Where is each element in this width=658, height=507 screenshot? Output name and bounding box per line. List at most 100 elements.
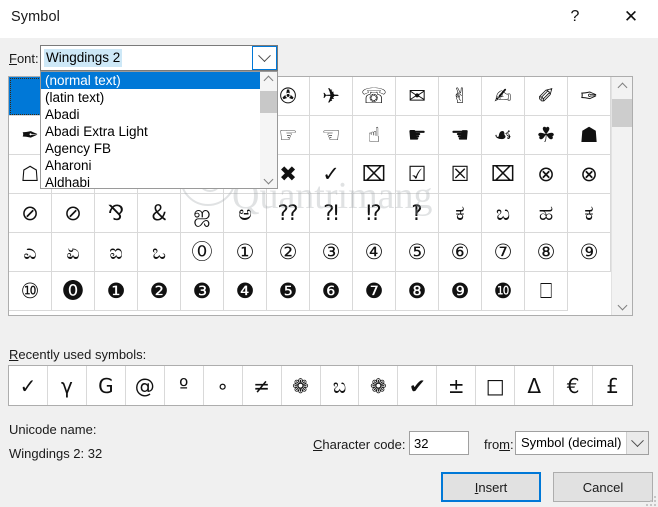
scroll-down-icon[interactable]	[612, 295, 632, 315]
symbol-cell[interactable]: ಕ	[568, 194, 611, 233]
symbol-cell[interactable]: ✉	[396, 77, 439, 116]
symbol-cell[interactable]: ಕ	[439, 194, 482, 233]
symbol-cell[interactable]: ☘	[525, 116, 568, 155]
symbol-cell[interactable]: ⓪	[181, 233, 224, 272]
symbol-cell[interactable]: ⁉	[353, 194, 396, 233]
symbol-cell[interactable]: ✍	[482, 77, 525, 116]
font-list-item[interactable]: Aharoni	[41, 157, 277, 174]
symbol-cell[interactable]: ಬ	[482, 194, 525, 233]
insert-button[interactable]: Insert	[441, 472, 541, 502]
symbol-cell[interactable]: ⅋	[95, 194, 138, 233]
symbol-cell[interactable]: ⌧	[482, 155, 525, 194]
scroll-up-icon[interactable]	[612, 77, 632, 97]
symbol-cell[interactable]: ⑦	[482, 233, 525, 272]
font-list-item[interactable]: (normal text)	[41, 72, 277, 89]
font-list-item[interactable]: Aldhabi	[41, 174, 277, 188]
recent-symbol-cell[interactable]: €	[554, 366, 594, 405]
symbol-cell[interactable]: ✐	[525, 77, 568, 116]
symbol-cell[interactable]: ಒ	[138, 233, 181, 272]
recent-symbol-cell[interactable]: ❁	[282, 366, 321, 405]
symbol-cell[interactable]: ☗	[568, 116, 611, 155]
symbol-cell[interactable]: ⑨	[568, 233, 611, 272]
recently-used-panel[interactable]: ✓ γ G @ º ∘ ≠ ❁ ಬ ❁ ✔ ± □ Δ € £	[8, 365, 633, 406]
font-combobox[interactable]: Wingdings 2	[40, 45, 278, 71]
symbol-cell[interactable]: ಏ	[52, 233, 95, 272]
symbol-cell[interactable]: ಹ	[525, 194, 568, 233]
recent-symbol-cell[interactable]: ✓	[9, 366, 48, 405]
symbol-cell[interactable]: ❻	[310, 272, 353, 311]
recent-symbol-cell[interactable]: ±	[437, 366, 477, 405]
symbol-cell[interactable]: ☜	[310, 116, 353, 155]
recent-symbol-cell[interactable]: Δ	[515, 366, 555, 405]
symbol-cell[interactable]: ③	[310, 233, 353, 272]
chevron-down-icon[interactable]	[252, 46, 277, 70]
help-icon[interactable]: ?	[552, 0, 598, 34]
from-combobox[interactable]: Symbol (decimal)	[515, 431, 649, 455]
symbol-cell[interactable]: ❼	[353, 272, 396, 311]
symbol-cell[interactable]: ❸	[181, 272, 224, 311]
chevron-down-icon-from[interactable]	[626, 432, 648, 454]
symbol-cell[interactable]: ＆	[138, 194, 181, 233]
recent-symbol-cell[interactable]: ❁	[359, 366, 399, 405]
symbol-cell[interactable]: ②	[267, 233, 310, 272]
font-list-item[interactable]: Abadi Extra Light	[41, 123, 277, 140]
recent-symbol-cell[interactable]: G	[87, 366, 126, 405]
symbol-cell[interactable]: ☏	[353, 77, 396, 116]
symbol-cell[interactable]: ☑	[396, 155, 439, 194]
symbol-cell[interactable]: ❽	[396, 272, 439, 311]
dropdown-scroll-up-icon[interactable]	[260, 72, 277, 89]
symbol-cell[interactable]: ④	[353, 233, 396, 272]
symbol-cell[interactable]: ⊘	[9, 194, 52, 233]
scrollbar-thumb[interactable]	[612, 99, 632, 127]
symbol-cell[interactable]: ☚	[439, 116, 482, 155]
symbol-cell[interactable]: ☒	[439, 155, 482, 194]
symbol-cell[interactable]: ஜ	[181, 194, 224, 233]
symbol-cell[interactable]: ❶	[95, 272, 138, 311]
symbol-cell[interactable]: ❷	[138, 272, 181, 311]
symbol-cell[interactable]: ⎕	[525, 272, 568, 311]
symbol-cell[interactable]: ✓	[310, 155, 353, 194]
symbol-grid-scrollbar[interactable]	[611, 77, 632, 315]
symbol-cell[interactable]: ⑧	[525, 233, 568, 272]
recent-symbol-cell[interactable]: ✔	[398, 366, 438, 405]
symbol-cell[interactable]: ⑥	[439, 233, 482, 272]
symbol-cell[interactable]: ⊘	[52, 194, 95, 233]
recent-symbol-cell[interactable]: £	[593, 366, 632, 405]
symbol-cell[interactable]: ⑤	[396, 233, 439, 272]
symbol-cell[interactable]: ಅ	[224, 194, 267, 233]
recent-symbol-cell[interactable]: ≠	[243, 366, 282, 405]
cancel-button[interactable]: Cancel	[553, 472, 653, 502]
symbol-cell[interactable]: ☙	[482, 116, 525, 155]
recent-symbol-cell[interactable]: □	[476, 366, 516, 405]
font-list-item[interactable]: Agency FB	[41, 140, 277, 157]
recent-symbol-cell[interactable]: γ	[48, 366, 87, 405]
dropdown-scroll-down-icon[interactable]	[260, 171, 277, 188]
symbol-cell[interactable]: ☛	[396, 116, 439, 155]
character-code-input[interactable]	[409, 431, 469, 455]
symbol-cell[interactable]: ①	[224, 233, 267, 272]
symbol-cell[interactable]: ⑩	[9, 272, 52, 311]
symbol-cell[interactable]: ಐ	[95, 233, 138, 272]
resize-grip[interactable]	[644, 494, 656, 506]
symbol-cell[interactable]: ❺	[267, 272, 310, 311]
recent-symbol-cell[interactable]: ಬ	[321, 366, 360, 405]
symbol-cell[interactable]: ⁇	[267, 194, 310, 233]
symbol-cell[interactable]: ⊗	[525, 155, 568, 194]
recent-symbol-cell[interactable]: @	[126, 366, 165, 405]
symbol-cell[interactable]: ✑	[568, 77, 611, 116]
symbol-cell[interactable]: ❹	[224, 272, 267, 311]
close-icon[interactable]: ✕	[608, 0, 654, 34]
dropdown-scrollbar-thumb[interactable]	[260, 91, 277, 113]
symbol-cell[interactable]: ⓿	[52, 272, 95, 311]
font-dropdown-items[interactable]: (normal text) (latin text) Abadi Abadi Extr…	[41, 72, 277, 188]
symbol-cell[interactable]: ❿	[482, 272, 525, 311]
symbol-cell[interactable]: ‽	[396, 194, 439, 233]
font-list-item[interactable]: (latin text)	[41, 89, 277, 106]
symbol-cell[interactable]: ❾	[439, 272, 482, 311]
font-dropdown-list[interactable]: (normal text) (latin text) Abadi Abadi Extr…	[40, 71, 278, 189]
symbol-cell[interactable]: ☝	[353, 116, 396, 155]
recent-symbol-cell[interactable]: ∘	[204, 366, 243, 405]
symbol-cell[interactable]: ⁈	[310, 194, 353, 233]
symbol-cell[interactable]: ✈	[310, 77, 353, 116]
font-list-item[interactable]: Abadi	[41, 106, 277, 123]
